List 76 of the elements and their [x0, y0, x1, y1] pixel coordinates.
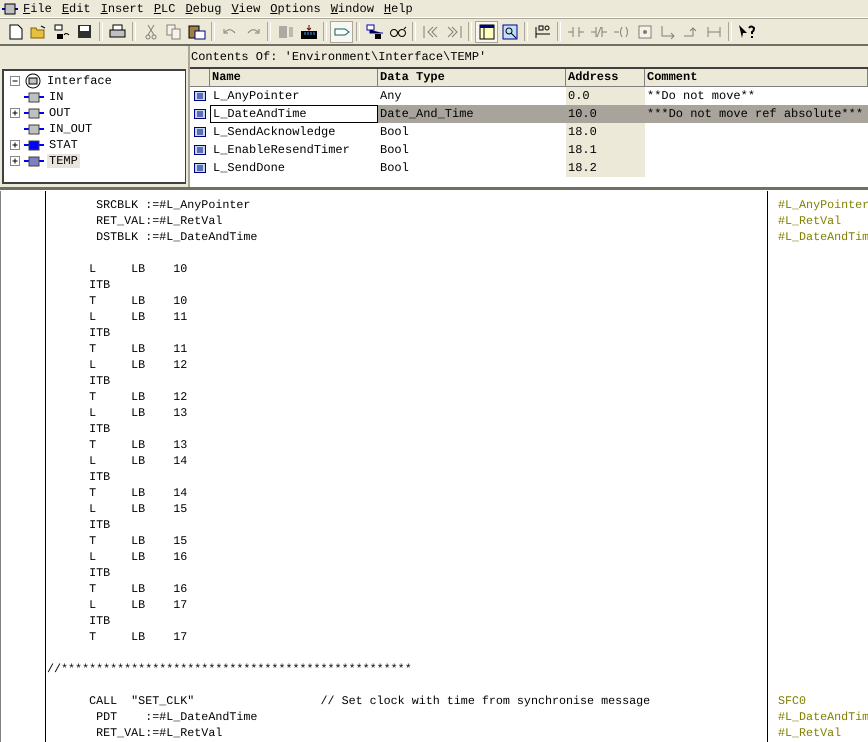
variable-icon: [194, 163, 206, 173]
column-header[interactable]: Data Type: [378, 69, 566, 87]
code-line: ITB: [88, 517, 112, 533]
code-line: L LB 10: [88, 261, 188, 277]
variable-icon: [194, 145, 206, 155]
symbol-text: #L_RetVal: [778, 725, 842, 741]
code-line: L LB 11: [88, 309, 188, 325]
menu-item[interactable]: Help: [378, 0, 418, 16]
code-line: ITB: [88, 421, 112, 437]
code-line: PDT :=#L_DateAndTime: [95, 709, 258, 725]
header-corner: [190, 69, 210, 87]
tree-item[interactable]: STAT: [47, 138, 80, 152]
menu-item[interactable]: View: [226, 0, 266, 16]
menu-item[interactable]: Edit: [56, 0, 96, 16]
tree-item[interactable]: Interface: [45, 74, 114, 88]
table-cell: L_DateAndTime: [210, 105, 378, 123]
tree-item[interactable]: IN_OUT: [47, 122, 94, 136]
code-line: L LB 12: [88, 357, 188, 373]
code-line: T LB 14: [88, 485, 188, 501]
code-line: T LB 11: [88, 341, 188, 357]
code-line: RET_VAL:=#L_RetVal: [95, 725, 224, 741]
panel-icon[interactable]: [475, 20, 498, 42]
table-cell: 10.0: [566, 105, 645, 123]
symbol-text: #L_AnyPointer: [778, 197, 868, 213]
table-cell: 0.0: [566, 87, 645, 105]
table-cell: Date_And_Time: [378, 105, 566, 123]
symbol-text: #L_RetVal: [778, 213, 842, 229]
expand-icon[interactable]: [10, 156, 21, 166]
expand-icon[interactable]: [10, 108, 21, 118]
code-line: L LB 13: [88, 405, 188, 421]
menu-item[interactable]: PLC: [148, 0, 180, 16]
tag-icon[interactable]: [330, 20, 353, 42]
column-header[interactable]: Address: [566, 69, 645, 87]
code-line: RET_VAL:=#L_RetVal: [95, 213, 224, 229]
tree-item[interactable]: TEMP: [47, 154, 80, 168]
table-cell: ***Do not move ref absolute***: [645, 105, 868, 123]
code-line: ITB: [88, 565, 112, 581]
variable-icon: [194, 91, 206, 101]
variable-icon: [194, 109, 206, 119]
code-line: DSTBLK :=#L_DateAndTime: [95, 229, 258, 245]
menu-item[interactable]: Debug: [180, 0, 226, 16]
code-line: SRCBLK :=#L_AnyPointer: [95, 197, 252, 213]
column-header[interactable]: Comment: [645, 69, 868, 87]
symbol-text: SFC0: [778, 693, 808, 709]
code-line: //**************************************************: [46, 661, 413, 677]
column-header[interactable]: Name: [210, 69, 378, 87]
code-line: T LB 17: [88, 629, 188, 645]
variable-icon: [194, 127, 206, 137]
code-line: L LB 17: [88, 597, 188, 613]
menu-item[interactable]: File: [18, 0, 57, 16]
tree-item[interactable]: IN: [47, 90, 66, 104]
code-line: T LB 15: [88, 533, 188, 549]
collapse-icon[interactable]: [10, 76, 21, 86]
app-icon: [2, 2, 18, 14]
code-line: CALL "SET_CLK" // Set clock with time from synchronise message: [88, 693, 652, 709]
table-cell: 18.2: [566, 159, 645, 177]
code-line: L LB 15: [88, 501, 188, 517]
code-line: T LB 13: [88, 437, 188, 453]
code-line: ITB: [88, 613, 112, 629]
code-line: ITB: [88, 277, 112, 293]
interface-icon: [24, 73, 42, 89]
code-line: T LB 12: [88, 389, 188, 405]
code-line: ITB: [88, 469, 112, 485]
code-line: T LB 10: [88, 293, 188, 309]
code-line: T LB 16: [88, 581, 188, 597]
menu-item[interactable]: Insert: [96, 0, 149, 16]
table-cell: 18.0: [566, 123, 645, 141]
code-line: ITB: [88, 373, 112, 389]
code-line: L LB 16: [88, 549, 188, 565]
menu-item[interactable]: Window: [326, 0, 379, 16]
tree-item[interactable]: OUT: [47, 106, 73, 120]
expand-icon[interactable]: [10, 140, 21, 150]
code-line: ITB: [88, 325, 112, 341]
table-cell: 18.1: [566, 141, 645, 159]
menu-item[interactable]: Options: [265, 0, 326, 16]
code-line: L LB 14: [88, 453, 188, 469]
